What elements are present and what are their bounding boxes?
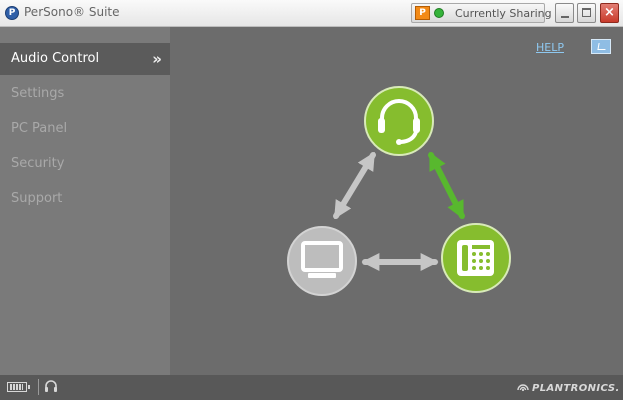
close-button[interactable]: ×: [600, 3, 619, 23]
status-dot: [434, 8, 444, 18]
plantronics-logo-icon: [517, 384, 529, 392]
small-headset-icon: [45, 380, 57, 392]
title-bar: P PerSono® Suite P Currently Sharing ×: [0, 0, 623, 27]
computer-device[interactable]: [287, 226, 357, 296]
desk-phone-device[interactable]: [441, 223, 511, 293]
desk-phone-icon: [457, 240, 494, 276]
headset-phone-link: [428, 151, 465, 220]
app-icon: P: [5, 6, 19, 20]
sidebar-item-label: Settings: [11, 86, 65, 101]
status-divider: [38, 379, 39, 395]
maximize-icon: [582, 8, 591, 17]
audio-control-panel: HELP: [170, 27, 623, 375]
sidebar-item-settings[interactable]: Settings: [0, 78, 170, 110]
sidebar-item-label: PC Panel: [11, 121, 68, 136]
sidebar: Audio Control » Settings PC Panel Securi…: [0, 27, 170, 375]
sharing-status-button[interactable]: P Currently Sharing: [411, 3, 552, 23]
device-connection-diagram: [287, 86, 511, 296]
minimize-button[interactable]: [555, 3, 574, 23]
close-icon: ×: [604, 5, 615, 20]
sidebar-item-label: Security: [11, 156, 65, 171]
headset-computer-link: [333, 151, 376, 220]
minimize-icon: [561, 16, 569, 18]
status-bar: PLANTRONICS.: [0, 375, 623, 400]
sidebar-item-security[interactable]: Security: [0, 148, 170, 180]
plantronics-logo: PLANTRONICS.: [515, 379, 619, 396]
maximize-button[interactable]: [577, 3, 596, 23]
sidebar-item-pc-panel[interactable]: PC Panel: [0, 113, 170, 145]
sidebar-item-audio-control[interactable]: Audio Control »: [0, 43, 170, 75]
sidebar-item-label: Support: [11, 191, 63, 206]
share-icon: P: [415, 6, 430, 20]
sharing-status-text: Currently Sharing: [455, 7, 552, 20]
sidebar-item-support[interactable]: Support: [0, 183, 170, 215]
sidebar-item-label: Audio Control: [11, 51, 100, 66]
brand-name: PLANTRONICS.: [532, 383, 620, 394]
battery-icon: [7, 382, 30, 392]
chevron-right-icon: »: [152, 50, 162, 68]
window-title: PerSono® Suite: [24, 5, 120, 19]
headset-device[interactable]: [364, 86, 434, 156]
